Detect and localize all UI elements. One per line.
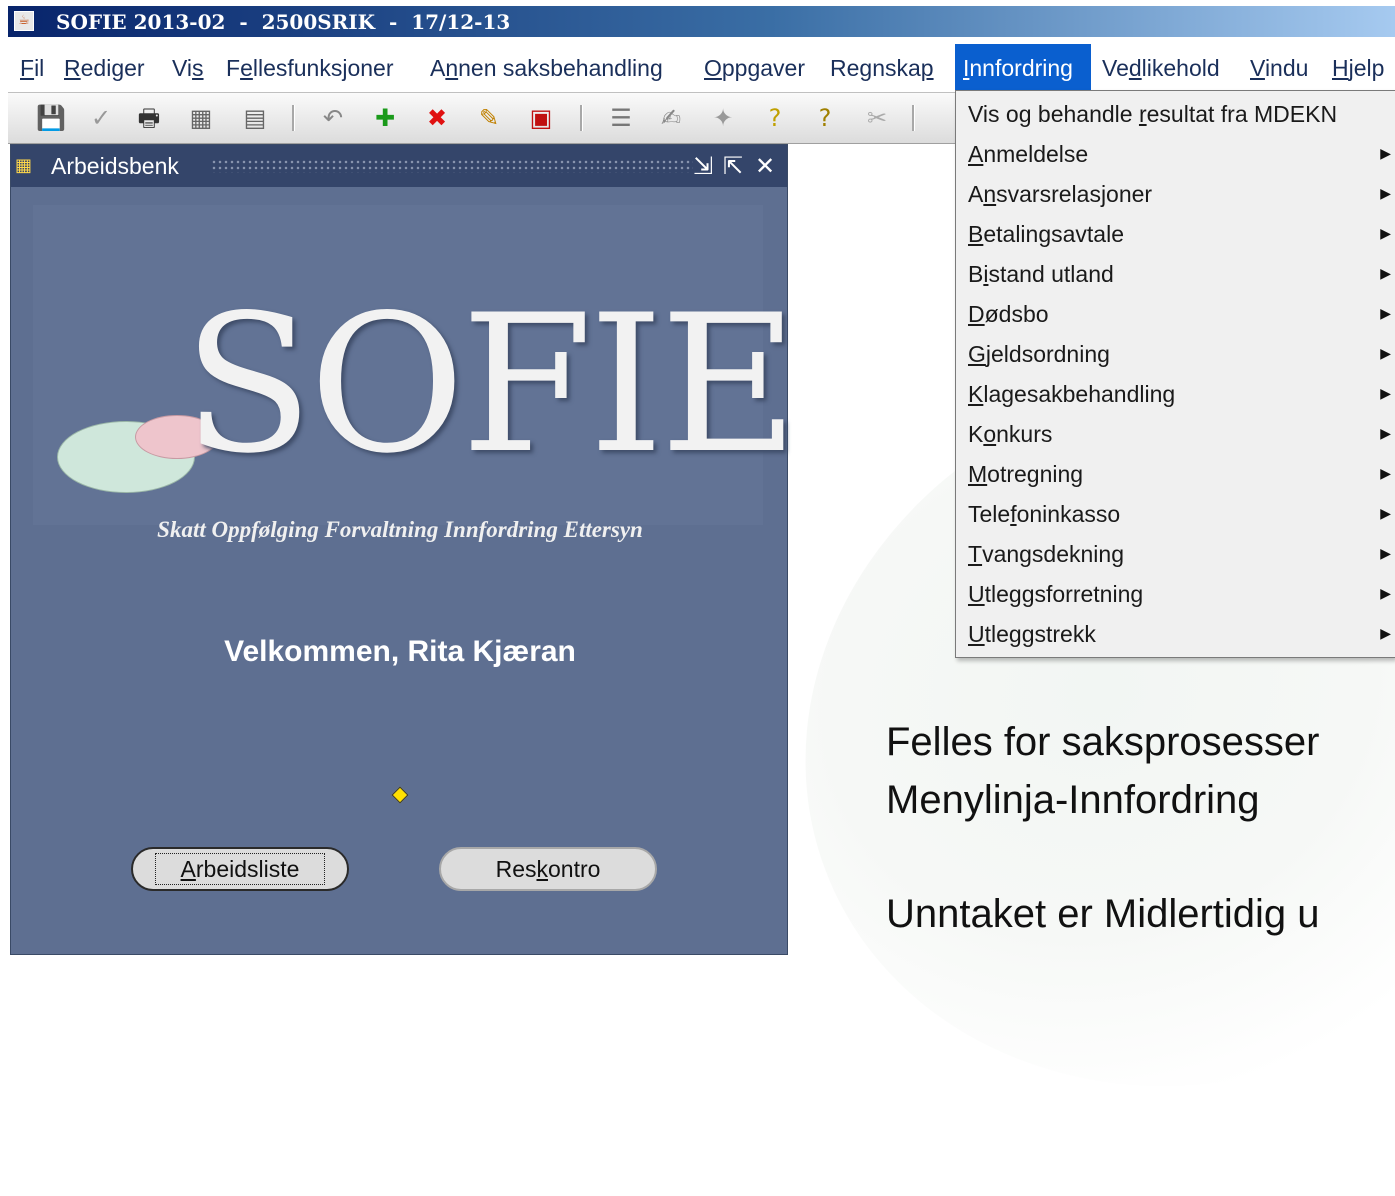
save-icon[interactable]: 💾 [34, 101, 68, 135]
tagline: Skatt Oppfølging Forvaltning Innfordring… [157, 517, 643, 542]
menu-fellesfunksjoner[interactable]: Fellesfunksjoner [218, 44, 402, 90]
submenu-arrow-icon: ▶ [1380, 426, 1391, 442]
menu-item-motregning[interactable]: Motregning ▶ [956, 453, 1395, 493]
submenu-arrow-icon: ▶ [1380, 346, 1391, 362]
submenu-arrow-icon: ▶ [1380, 186, 1391, 202]
menu-item-utleggstrekk[interactable]: Utleggstrekk ▶ [956, 613, 1395, 653]
print-icon[interactable]: 🖶 [132, 101, 166, 135]
submenu-arrow-icon: ▶ [1380, 386, 1391, 402]
menu-item-anmeldelse[interactable]: Anmeldelse ▶ [956, 133, 1395, 173]
note-line-1: Felles for saksprosesser [886, 720, 1320, 764]
menu-vedlikehold[interactable]: Vedlikehold [1094, 44, 1228, 90]
submenu-arrow-icon: ▶ [1380, 146, 1391, 162]
toolbar-separator [580, 105, 583, 131]
submenu-arrow-icon: ▶ [1380, 226, 1391, 242]
help2-icon[interactable]: ? [808, 101, 842, 135]
calculator-icon[interactable]: ▦ [184, 101, 218, 135]
menu-item-bistand-utland[interactable]: Bistand utland ▶ [956, 253, 1395, 293]
menu-hjelp[interactable]: Hjelp [1324, 44, 1392, 90]
arbeidsliste-button[interactable]: Arbeidsliste [131, 847, 349, 891]
submenu-arrow-icon: ▶ [1380, 626, 1391, 642]
insert-record-icon[interactable]: ✚ [368, 101, 402, 135]
clear-icon[interactable]: ✎ [472, 101, 506, 135]
workbench-icon: ▦ [15, 155, 33, 176]
submenu-arrow-icon: ▶ [1380, 506, 1391, 522]
check-icon[interactable]: ✓ [84, 101, 118, 135]
window-title: SOFIE 2013-02 - 2500SRIK - 17/12-13 [56, 10, 511, 34]
menu-regnskap[interactable]: Regnskap [822, 44, 942, 90]
menu-item-konkurs[interactable]: Konkurs ▶ [956, 413, 1395, 453]
copy-icon[interactable]: ▤ [238, 101, 272, 135]
focus-ring [155, 853, 325, 885]
titlebar-grip [211, 159, 693, 173]
menubar: Fil Rediger Vis Fellesfunksjoner Annen s… [8, 44, 1395, 90]
menu-vis[interactable]: Vis [164, 44, 212, 90]
help-icon[interactable]: ? [758, 101, 792, 135]
note-line-2: Menylinja-Innfordring [886, 778, 1260, 822]
close-icon[interactable]: ✕ [751, 151, 779, 181]
menu-item-klagesakbehandling[interactable]: Klagesakbehandling ▶ [956, 373, 1395, 413]
submenu-arrow-icon: ▶ [1380, 466, 1391, 482]
sofie-logo: SOFIE [183, 274, 799, 495]
menu-item-betalingsavtale[interactable]: Betalingsavtale ▶ [956, 213, 1395, 253]
submenu-arrow-icon: ▶ [1380, 306, 1391, 322]
welcome-message: Velkommen, Rita Kjæran [224, 635, 576, 668]
menu-item-ansvarsrelasjoner[interactable]: Ansvarsrelasjoner ▶ [956, 173, 1395, 213]
menu-fil[interactable]: Fil [12, 44, 52, 90]
workbench-title: Arbeidsbenk [51, 153, 179, 179]
menu-rediger[interactable]: Rediger [56, 44, 153, 90]
menu-item-dodsbo[interactable]: Dødsbo ▶ [956, 293, 1395, 333]
reskontro-button[interactable]: Reskontro [439, 847, 657, 891]
query-icon[interactable]: ▣ [524, 101, 558, 135]
menu-item-gjeldsordning[interactable]: Gjeldsordning ▶ [956, 333, 1395, 373]
toolbar-separator [292, 105, 295, 131]
maximize-icon[interactable]: ⇱ [719, 151, 747, 181]
menu-annen-saksbehandling[interactable]: Annen saksbehandling [422, 44, 671, 90]
delete-record-icon[interactable]: ✖ [420, 101, 454, 135]
menu-item-telefoninkasso[interactable]: Telefoninkasso ▶ [956, 493, 1395, 533]
menu-oppgaver[interactable]: Oppgaver [696, 44, 813, 90]
cursor-marker [391, 786, 409, 804]
workbench-window: ▦ Arbeidsbenk ⇲ ⇱ ✕ SOFIE Skatt Oppfølgi… [10, 144, 799, 955]
submenu-arrow-icon: ▶ [1380, 266, 1391, 282]
note-line-3: Unntaket er Midlertidig u [886, 892, 1320, 936]
innfordring-dropdown: Vis og behandle resultat fra MDEKN Anmel… [955, 90, 1395, 658]
undo-icon[interactable]: ↶ [316, 101, 350, 135]
list-icon[interactable]: ☰ [604, 101, 638, 135]
minimize-icon[interactable]: ⇲ [689, 151, 717, 181]
tools-icon[interactable]: ✂ [860, 101, 894, 135]
workbench-titlebar[interactable]: ▦ Arbeidsbenk ⇲ ⇱ ✕ [11, 145, 787, 187]
window-titlebar[interactable]: ☕ SOFIE 2013-02 - 2500SRIK - 17/12-13 [8, 6, 1395, 37]
menu-item-utleggsforretning[interactable]: Utleggsforretning ▶ [956, 573, 1395, 613]
menu-item-vis-og-behandle[interactable]: Vis og behandle resultat fra MDEKN [956, 93, 1395, 133]
edit-icon[interactable]: ✍ [654, 101, 688, 135]
logo-panel: SOFIE [33, 205, 799, 525]
java-app-icon: ☕ [14, 11, 34, 31]
submenu-arrow-icon: ▶ [1380, 586, 1391, 602]
menu-innfordring[interactable]: Innfordring [955, 44, 1091, 90]
submenu-arrow-icon: ▶ [1380, 546, 1391, 562]
menu-vindu[interactable]: Vindu [1242, 44, 1316, 90]
toolbar-separator [912, 105, 915, 131]
menu-item-tvangsdekning[interactable]: Tvangsdekning ▶ [956, 533, 1395, 573]
wand-icon[interactable]: ✦ [706, 101, 740, 135]
